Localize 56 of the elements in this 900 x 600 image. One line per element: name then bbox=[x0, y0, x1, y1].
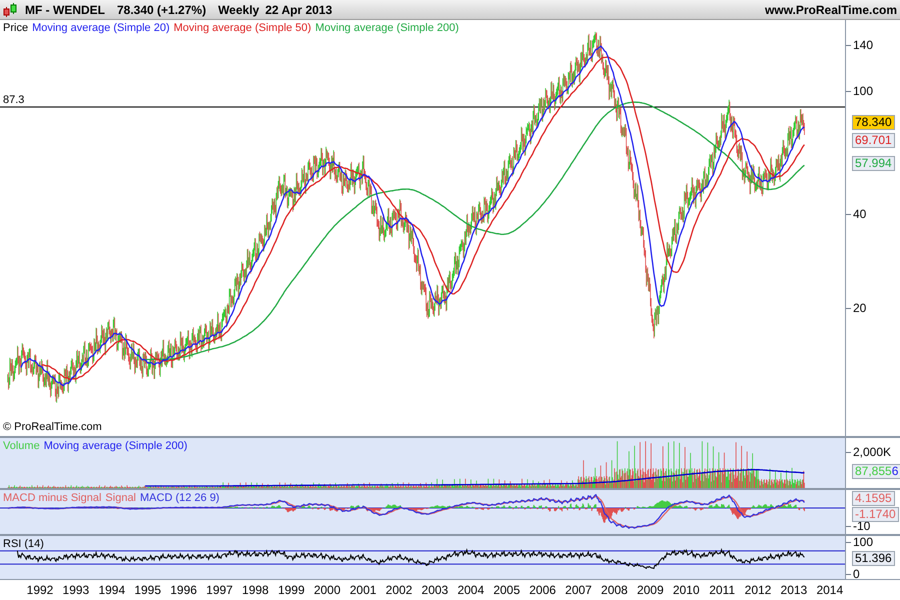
axis-label: 2005 bbox=[493, 583, 520, 597]
period-label: Weekly bbox=[218, 2, 260, 18]
axis-label: 2011 bbox=[709, 583, 735, 597]
axis-label: 2007 bbox=[565, 583, 592, 597]
legend-label: Moving average (Simple 200) bbox=[315, 21, 459, 35]
value-label: 57.994 bbox=[852, 156, 895, 171]
legend-label: MACD (12 26 9) bbox=[140, 491, 220, 505]
date-label: 22 Apr 2013 bbox=[265, 2, 332, 18]
axis-label: 1996 bbox=[170, 583, 197, 597]
axis-label: 1992 bbox=[26, 583, 54, 597]
axis-label: 2006 bbox=[529, 583, 556, 597]
axis-label: 0 bbox=[853, 567, 860, 581]
axis-label: 1997 bbox=[206, 583, 233, 597]
axis-label: 1998 bbox=[242, 583, 269, 597]
axis-label: 2013 bbox=[780, 583, 808, 597]
website-link[interactable]: www.ProRealTime.com bbox=[764, 0, 897, 18]
axis-label: 100 bbox=[853, 84, 874, 98]
value-label: -1.1740 bbox=[852, 507, 899, 522]
value-label: 69.701 bbox=[852, 133, 895, 148]
axis-label: 2014 bbox=[816, 583, 844, 597]
legend-label: Signal bbox=[105, 491, 136, 505]
axis-label: 2003 bbox=[422, 583, 448, 597]
legend-label: Volume bbox=[3, 439, 40, 453]
axis-label: 1999 bbox=[278, 583, 305, 597]
axis-label: 2001 bbox=[350, 583, 376, 597]
axis-label: 2010 bbox=[672, 583, 700, 597]
axis-label: 140 bbox=[853, 38, 874, 52]
axis-label: 1994 bbox=[98, 583, 126, 597]
legend-label: Moving average (Simple 20) bbox=[32, 21, 170, 35]
axis-label: 2002 bbox=[386, 583, 412, 597]
axis-label: 2,000K bbox=[853, 445, 892, 459]
copyright-label: © ProRealTime.com bbox=[3, 421, 102, 434]
legend-label: Moving average (Simple 200) bbox=[44, 439, 188, 453]
legend-label: Price bbox=[3, 21, 28, 35]
axis-label: 2009 bbox=[636, 583, 664, 597]
value-label: 51.396 bbox=[852, 551, 895, 566]
legend-label: MACD minus Signal bbox=[3, 491, 102, 505]
quote-label: 78.340 (+1.27%) bbox=[117, 2, 206, 18]
value-label: 87,8556 bbox=[852, 464, 900, 479]
axis-label: 2004 bbox=[457, 583, 484, 597]
axis-label: 2000 bbox=[314, 583, 341, 597]
axis-label: 2012 bbox=[744, 583, 772, 597]
legend-label: Moving average (Simple 50) bbox=[174, 21, 312, 35]
axis-label: 2008 bbox=[601, 583, 628, 597]
value-label: 4.1595 bbox=[852, 491, 895, 506]
axis-label: 100 bbox=[853, 535, 874, 549]
legend-label: RSI (14) bbox=[3, 537, 44, 551]
symbol-label: MF - WENDEL bbox=[25, 2, 105, 18]
axis-label: 1995 bbox=[134, 583, 162, 597]
axis-label: 20 bbox=[853, 301, 866, 315]
axis-label: -10 bbox=[853, 519, 870, 533]
reference-line-label: 87.3 bbox=[3, 94, 24, 107]
candlestick-icon bbox=[3, 2, 17, 18]
axis-label: 1993 bbox=[62, 583, 90, 597]
axis-label: 40 bbox=[853, 207, 866, 221]
value-label: 78.340 bbox=[852, 115, 895, 130]
